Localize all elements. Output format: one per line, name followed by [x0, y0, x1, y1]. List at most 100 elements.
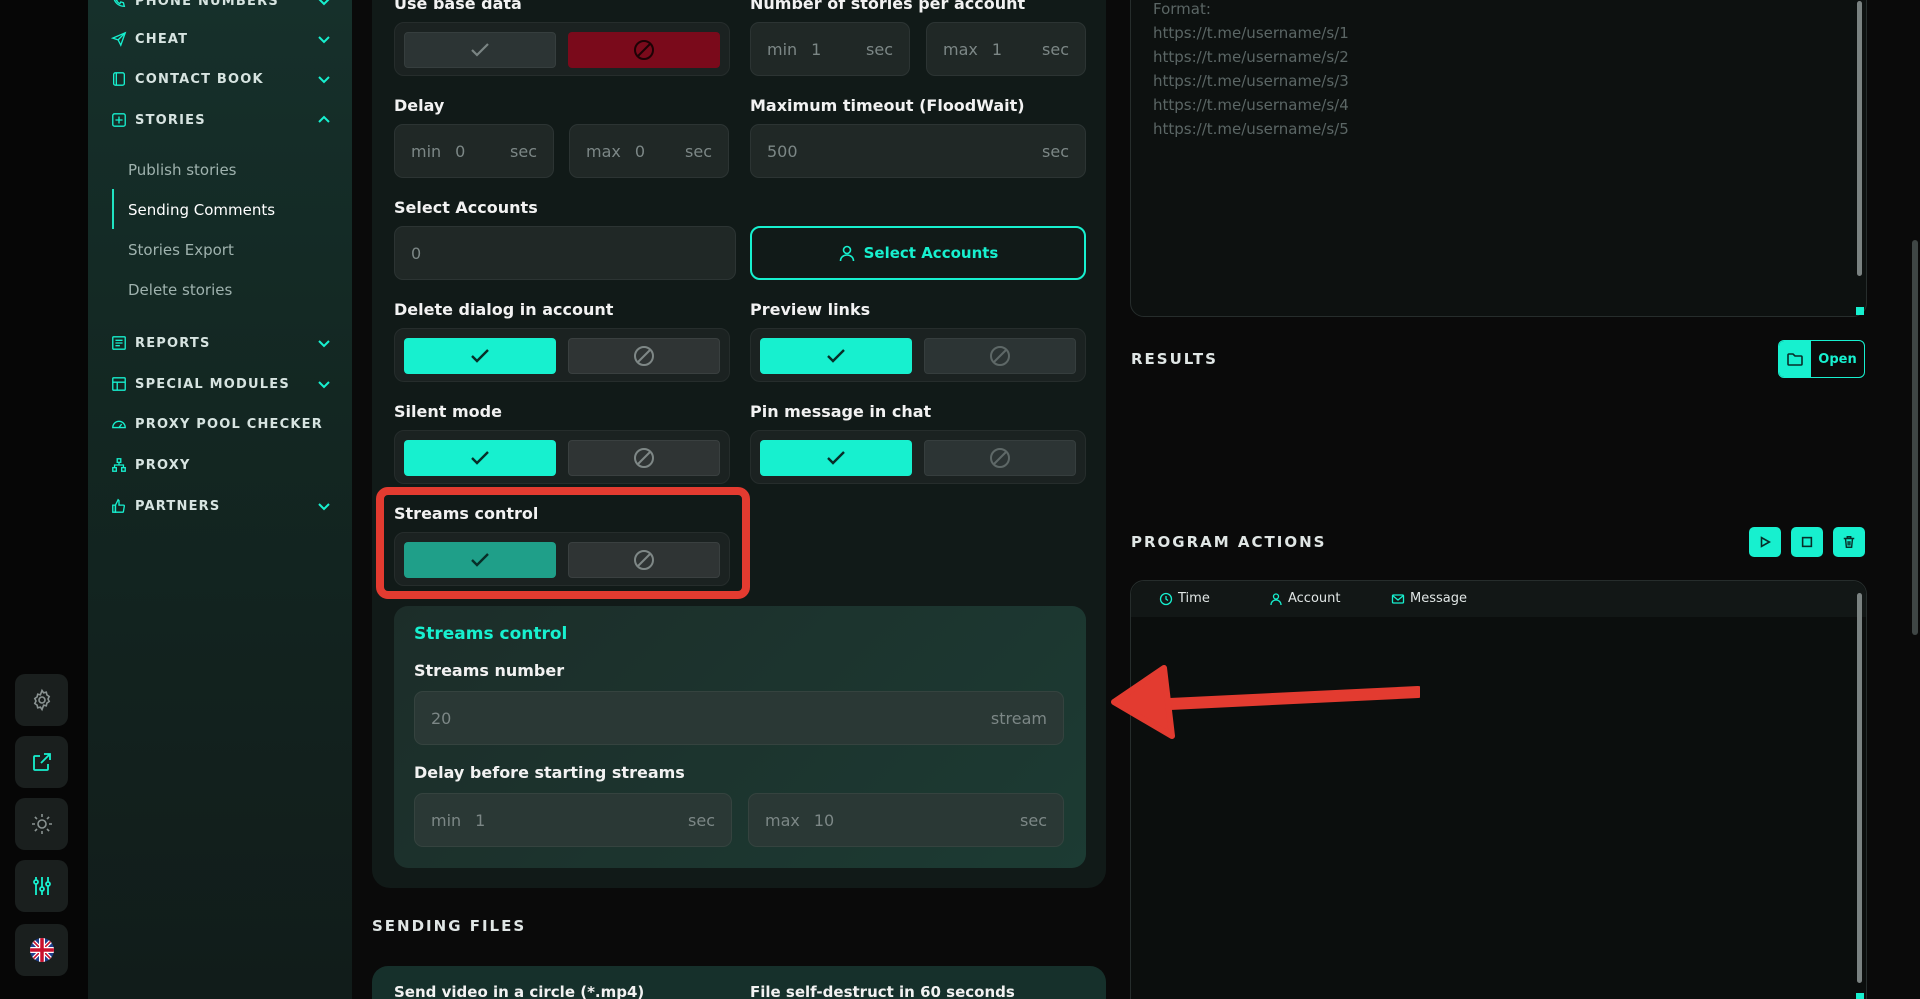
streams-number-input[interactable]: 20 stream	[414, 691, 1064, 745]
delay-before-streams-label: Delay before starting streams	[414, 763, 685, 782]
page-scrollbar[interactable]	[1912, 240, 1918, 635]
stories-min-input[interactable]: min 1 sec	[750, 22, 910, 76]
sidebar-item-label: PHONE NUMBERS	[135, 0, 279, 9]
sidebar-item-label: PARTNERS	[135, 498, 221, 514]
play-icon	[1760, 536, 1771, 548]
book-icon	[110, 70, 128, 88]
sidebar-item-label: CONTACT BOOK	[135, 71, 264, 87]
unit-suffix: sec	[510, 141, 537, 161]
streams-number-value: 20	[431, 708, 452, 728]
results-heading: RESULTS	[1131, 350, 1218, 368]
links-textarea[interactable]: Format: https://t.me/username/s/1 https:…	[1130, 0, 1867, 317]
sidebar-item-special-modules[interactable]: SPECIAL MODULES	[110, 369, 332, 399]
theme-button[interactable]	[15, 798, 68, 850]
delete-dialog-no[interactable]	[568, 338, 720, 374]
sidebar-subitem-publish-stories[interactable]: Publish stories	[128, 157, 237, 183]
unit-suffix: sec	[1042, 39, 1069, 59]
silent-mode-yes[interactable]	[404, 440, 556, 476]
textarea-line: Format:	[1153, 0, 1211, 18]
log-scrollbar[interactable]	[1857, 593, 1862, 983]
settings-button[interactable]	[15, 674, 68, 726]
timeout-value: 500	[767, 141, 798, 161]
use-base-data-yes[interactable]	[404, 32, 556, 68]
start-button[interactable]	[1749, 527, 1781, 557]
chevron-up-icon	[318, 115, 330, 123]
annotation-arrow-icon	[1111, 665, 1420, 739]
check-icon	[471, 451, 489, 465]
sidebar-item-contact-book[interactable]: CONTACT BOOK	[110, 64, 332, 94]
max-value: 10	[813, 810, 835, 830]
block-icon	[990, 448, 1010, 468]
check-icon	[827, 349, 845, 363]
textarea-line: https://t.me/username/s/3	[1153, 72, 1349, 90]
sidebar-item-partners[interactable]: PARTNERS	[110, 491, 332, 521]
chevron-down-icon	[318, 381, 330, 389]
chevron-down-icon	[318, 503, 330, 511]
mail-icon	[1391, 593, 1405, 604]
chevron-down-icon	[318, 76, 330, 84]
min-value: 1	[475, 810, 486, 830]
silent-mode-no[interactable]	[568, 440, 720, 476]
sliders-button[interactable]	[15, 860, 68, 912]
accounts-count-input[interactable]: 0	[394, 226, 736, 280]
block-icon	[634, 40, 654, 60]
stories-max-input[interactable]: max 1 sec	[926, 22, 1086, 76]
language-button[interactable]	[15, 924, 68, 976]
max-timeout-label: Maximum timeout (FloodWait)	[750, 96, 1025, 115]
sidebar-item-proxy[interactable]: PROXY	[110, 450, 332, 480]
max-value: 1	[991, 39, 1003, 59]
report-icon	[110, 334, 128, 352]
sliders-icon	[32, 877, 51, 895]
use-base-data-no[interactable]	[568, 32, 720, 68]
min-prefix: min	[767, 39, 798, 59]
block-icon	[634, 448, 654, 468]
unit-suffix: stream	[990, 708, 1047, 728]
clear-log-button[interactable]	[1833, 527, 1865, 557]
preview-links-no[interactable]	[924, 338, 1076, 374]
open-results-label: Open	[1818, 351, 1857, 367]
preview-links-yes[interactable]	[760, 338, 912, 374]
stop-button[interactable]	[1791, 527, 1823, 557]
min-value: 0	[455, 141, 466, 161]
delay-min-input[interactable]: min 0 sec	[394, 124, 554, 178]
max-timeout-input[interactable]: 500 sec	[750, 124, 1086, 178]
check-icon	[471, 349, 489, 363]
sidebar-item-label: STORIES	[135, 112, 206, 128]
log-column-time[interactable]: Time	[1159, 591, 1210, 606]
sidebar: PHONE NUMBERS CHEAT CONTACT BOOK STORIES…	[88, 0, 352, 999]
resize-handle-icon[interactable]	[1856, 307, 1864, 315]
resize-handle-icon[interactable]	[1856, 993, 1864, 999]
delay-max-input[interactable]: max 0 sec	[569, 124, 729, 178]
delete-dialog-yes[interactable]	[404, 338, 556, 374]
column-label: Account	[1288, 591, 1341, 606]
log-column-message[interactable]: Message	[1391, 591, 1467, 606]
sidebar-item-label: PROXY POOL CHECKER	[135, 416, 323, 432]
sidebar-item-stories[interactable]: STORIES	[110, 105, 332, 135]
gear-icon	[33, 688, 50, 712]
chevron-down-icon	[318, 36, 330, 44]
select-accounts-button[interactable]: Select Accounts	[750, 226, 1086, 280]
pin-message-yes[interactable]	[760, 440, 912, 476]
streams-delay-max-input[interactable]: max 10 sec	[748, 793, 1064, 847]
external-link-button[interactable]	[15, 736, 68, 788]
log-column-account[interactable]: Account	[1269, 591, 1341, 606]
preview-links-toggle	[750, 328, 1086, 382]
stop-icon	[1801, 536, 1813, 548]
streams-delay-min-input[interactable]: min 1 sec	[414, 793, 732, 847]
external-link-icon	[32, 753, 51, 771]
program-actions-heading: PROGRAM ACTIONS	[1131, 533, 1327, 551]
open-results-button[interactable]: Open	[1778, 340, 1865, 378]
sidebar-item-proxy-pool-checker[interactable]: PROXY POOL CHECKER	[110, 409, 332, 439]
pin-message-no[interactable]	[924, 440, 1076, 476]
unit-suffix: sec	[1042, 141, 1069, 161]
sidebar-subitem-delete-stories[interactable]: Delete stories	[128, 277, 232, 303]
sidebar-subitem-sending-comments[interactable]: Sending Comments	[128, 197, 275, 223]
textarea-scrollbar[interactable]	[1857, 1, 1862, 276]
sidebar-item-cheat[interactable]: CHEAT	[110, 24, 332, 54]
sidebar-item-phone-numbers[interactable]: PHONE NUMBERS	[110, 0, 332, 16]
stories-per-account-label: Number of stories per account	[750, 0, 1026, 13]
sidebar-subitem-stories-export[interactable]: Stories Export	[128, 237, 234, 263]
textarea-line: https://t.me/username/s/5	[1153, 120, 1349, 138]
sidebar-item-reports[interactable]: REPORTS	[110, 328, 332, 358]
preview-links-label: Preview links	[750, 300, 871, 319]
